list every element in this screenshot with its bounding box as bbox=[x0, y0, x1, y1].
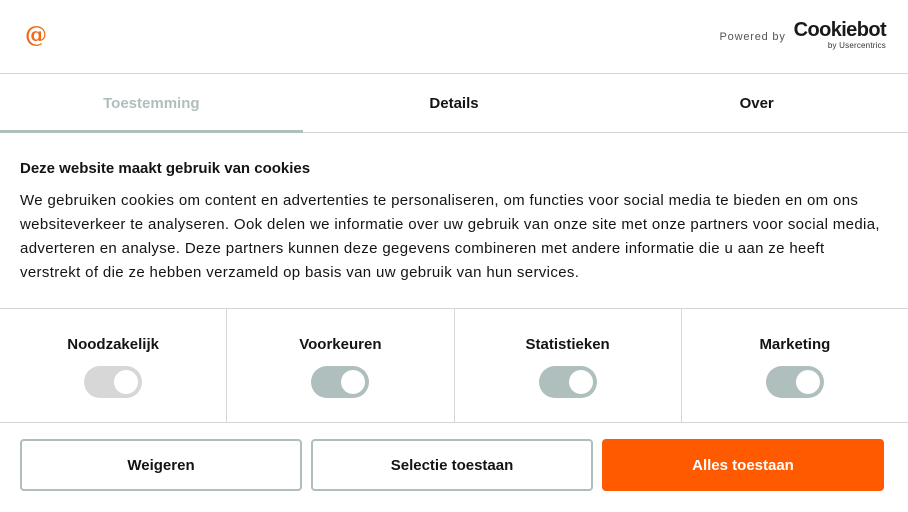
cookiebot-logo: Cookiebot by Usercentrics bbox=[793, 19, 887, 50]
consent-body: We gebruiken cookies om content en adver… bbox=[20, 192, 880, 281]
toggle-knob bbox=[114, 370, 139, 394]
tab-over[interactable]: Over bbox=[605, 74, 908, 132]
toggle-noodzakelijk bbox=[84, 366, 143, 398]
site-logo: @ bbox=[25, 22, 47, 48]
category-noodzakelijk: Noodzakelijk bbox=[0, 309, 228, 422]
dialog-header: @ Powered by Cookiebot by Usercentrics bbox=[0, 0, 908, 74]
toggle-knob bbox=[795, 370, 820, 394]
allow-selection-button[interactable]: Selectie toestaan bbox=[311, 439, 593, 491]
deny-button[interactable]: Weigeren bbox=[20, 439, 302, 491]
category-label: Noodzakelijk bbox=[67, 336, 159, 353]
cookiebot-brand-name: Cookiebot bbox=[793, 19, 887, 41]
toggle-voorkeuren[interactable] bbox=[311, 366, 370, 398]
consent-buttons: Weigeren Selectie toestaan Alles toestaa… bbox=[20, 439, 884, 491]
toggle-marketing[interactable] bbox=[765, 366, 824, 398]
category-voorkeuren: Voorkeuren bbox=[227, 309, 455, 422]
category-label: Marketing bbox=[759, 336, 831, 353]
powered-by-label: Powered by bbox=[719, 31, 786, 43]
category-label: Voorkeuren bbox=[299, 336, 382, 353]
consent-title: Deze website maakt gebruik van cookies bbox=[20, 160, 311, 177]
tab-toestemming[interactable]: Toestemming bbox=[0, 74, 303, 133]
consent-content: Deze website maakt gebruik van cookies W… bbox=[20, 158, 886, 285]
toggle-knob bbox=[568, 370, 593, 394]
allow-all-button[interactable]: Alles toestaan bbox=[602, 439, 884, 491]
tab-bar: Toestemming Details Over bbox=[0, 74, 908, 133]
cookie-category-toggles: Noodzakelijk Voorkeuren Statistieken Mar… bbox=[0, 308, 908, 423]
cookiebot-attribution[interactable]: Powered by Cookiebot by Usercentrics bbox=[719, 19, 887, 50]
toggle-statistieken[interactable] bbox=[538, 366, 597, 398]
category-statistieken: Statistieken bbox=[455, 309, 682, 422]
category-label: Statistieken bbox=[525, 336, 610, 353]
tab-details[interactable]: Details bbox=[303, 74, 606, 132]
category-marketing: Marketing bbox=[682, 309, 908, 422]
toggle-knob bbox=[341, 370, 366, 394]
cookiebot-brand-sub: by Usercentrics bbox=[827, 41, 886, 50]
